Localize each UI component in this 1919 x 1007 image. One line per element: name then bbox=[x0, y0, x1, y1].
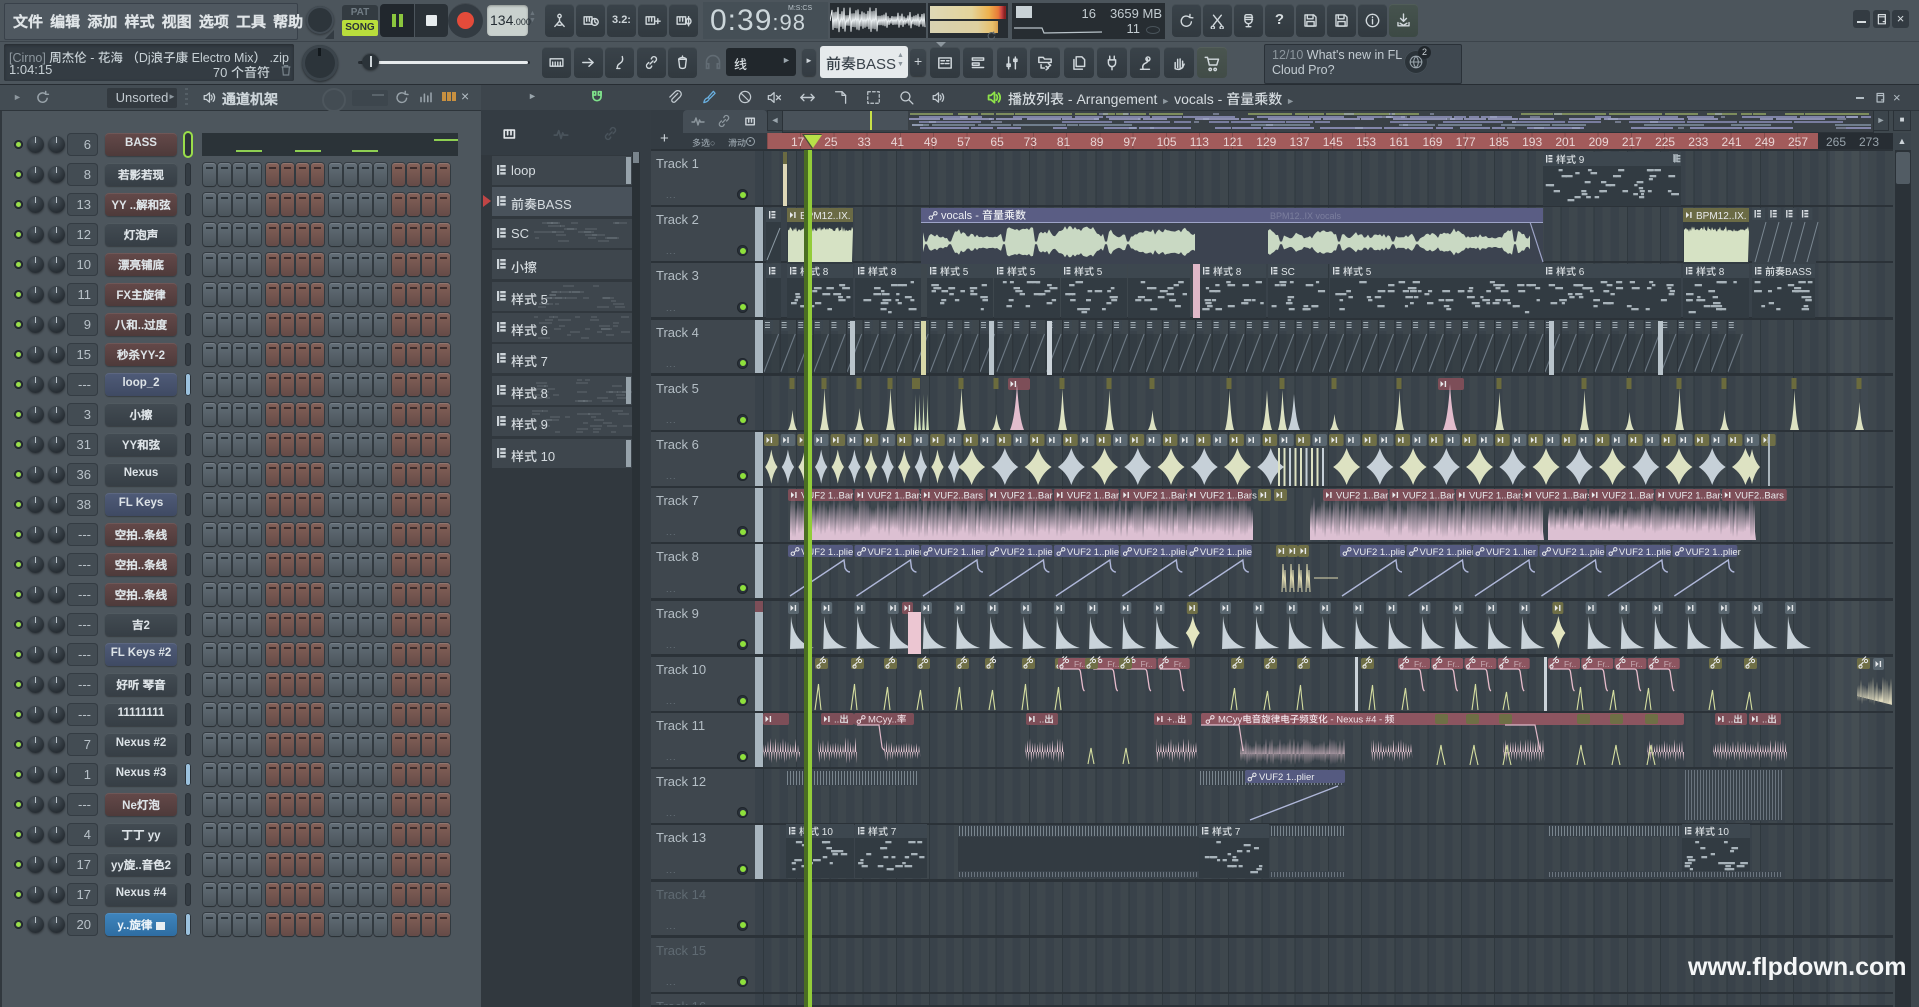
svg-text:Fr..: Fr.. bbox=[1447, 659, 1459, 669]
svg-text:VUF2 1..Bar: VUF2 1..Bar bbox=[1602, 491, 1654, 502]
svg-text:样式 8: 样式 8 bbox=[1696, 266, 1725, 278]
svg-text:VUF2 1..plie: VUF2 1..plie bbox=[1353, 547, 1405, 558]
svg-text:VUF2 1..lier: VUF2 1..lier bbox=[934, 547, 984, 558]
svg-text:VUF2 1..plie: VUF2 1..plie bbox=[1200, 547, 1252, 558]
svg-text:VUF2 1..Bars: VUF2 1..Bars bbox=[1469, 491, 1526, 502]
svg-text:VUF2 1..Bars: VUF2 1..Bars bbox=[1668, 491, 1725, 502]
svg-text:BPM12..IX vocals: BPM12..IX vocals bbox=[1270, 211, 1342, 221]
svg-text:样式 7: 样式 7 bbox=[868, 826, 897, 838]
svg-text:SC: SC bbox=[1281, 267, 1295, 278]
svg-text:VUF2 1..Bar: VUF2 1..Bar bbox=[1000, 491, 1052, 502]
svg-text:VUF2 1..plier: VUF2 1..plier bbox=[1419, 547, 1474, 558]
svg-text:样式 5: 样式 5 bbox=[940, 266, 969, 278]
svg-text:Fr..: Fr.. bbox=[1174, 659, 1186, 669]
svg-text:样式 9: 样式 9 bbox=[1556, 154, 1585, 166]
svg-text:..出: ..出 bbox=[1039, 714, 1054, 726]
svg-text:VUF2 1..plie: VUF2 1..plie bbox=[1619, 547, 1671, 558]
svg-text:Fr..: Fr.. bbox=[1630, 659, 1642, 669]
svg-text:Fr..: Fr.. bbox=[1107, 659, 1119, 669]
svg-text:VUF2 1..plier: VUF2 1..plier bbox=[1259, 772, 1314, 783]
svg-text:VUF2 1..plier: VUF2 1..plier bbox=[1133, 547, 1188, 558]
svg-text:VUF2..Bars: VUF2..Bars bbox=[934, 491, 983, 502]
svg-text:样式 5: 样式 5 bbox=[1074, 266, 1103, 278]
svg-text:..出: ..出 bbox=[834, 714, 849, 726]
svg-text:样式 6: 样式 6 bbox=[1556, 266, 1585, 278]
svg-text:BPM12..IX.: BPM12..IX. bbox=[1696, 211, 1747, 222]
svg-text:VUF2 1..plier: VUF2 1..plier bbox=[867, 547, 922, 558]
svg-text:VUF2 1..Bar: VUF2 1..Bar bbox=[1336, 491, 1388, 502]
svg-text:VUF2 1..plie: VUF2 1..plie bbox=[1067, 547, 1119, 558]
svg-text:Fr..: Fr.. bbox=[1514, 659, 1526, 669]
svg-text:样式 7: 样式 7 bbox=[1212, 826, 1241, 838]
svg-text:VUF2 1..plier: VUF2 1..plier bbox=[1685, 547, 1740, 558]
svg-text:样式 8: 样式 8 bbox=[868, 266, 897, 278]
svg-text:VUF2 1..Bar: VUF2 1..Bar bbox=[1067, 491, 1119, 502]
svg-text:VUF2 1..plie: VUF2 1..plie bbox=[1000, 547, 1052, 558]
svg-text:Fr..: Fr.. bbox=[1597, 659, 1609, 669]
svg-text:..出: ..出 bbox=[1728, 714, 1743, 726]
svg-text:样式 5: 样式 5 bbox=[1343, 266, 1372, 278]
svg-text:MCyy电音旋律电子频变化 - Nexus #4 - 频: MCyy电音旋律电子频变化 - Nexus #4 - 频 bbox=[1218, 714, 1395, 726]
svg-text:VUF2 1..Bar: VUF2 1..Bar bbox=[1402, 491, 1454, 502]
svg-text:VUF2 1..Bars: VUF2 1..Bars bbox=[1535, 491, 1592, 502]
svg-text:+..出: +..出 bbox=[1167, 715, 1186, 725]
svg-text:前奏BASS: 前奏BASS bbox=[1765, 266, 1812, 278]
svg-text:VUF2 1..Bars: VUF2 1..Bars bbox=[867, 491, 924, 502]
svg-text:..出: ..出 bbox=[1762, 714, 1777, 726]
svg-text:MCyy..率: MCyy..率 bbox=[868, 714, 907, 726]
svg-text:样式 8: 样式 8 bbox=[1213, 266, 1242, 278]
svg-text:Fr..: Fr.. bbox=[1564, 659, 1576, 669]
svg-text:Fr..: Fr.. bbox=[1664, 659, 1676, 669]
svg-text:样式 5: 样式 5 bbox=[1007, 266, 1036, 278]
svg-text:样式 10: 样式 10 bbox=[1695, 826, 1729, 838]
svg-text:Fr..: Fr.. bbox=[1074, 659, 1086, 669]
svg-text:Fr..: Fr.. bbox=[1414, 659, 1426, 669]
svg-text:Fr..: Fr.. bbox=[1480, 659, 1492, 669]
svg-text:VUF2 1..Bars: VUF2 1..Bars bbox=[1200, 491, 1257, 502]
svg-text:Fr..: Fr.. bbox=[1140, 659, 1152, 669]
svg-text:vocals - 音量乘数: vocals - 音量乘数 bbox=[941, 209, 1026, 222]
svg-text:VUF2..Bars: VUF2..Bars bbox=[1735, 491, 1784, 502]
svg-text:VUF2 1..plie: VUF2 1..plie bbox=[1552, 547, 1604, 558]
svg-text:VUF2 1..lier: VUF2 1..lier bbox=[1486, 547, 1536, 558]
